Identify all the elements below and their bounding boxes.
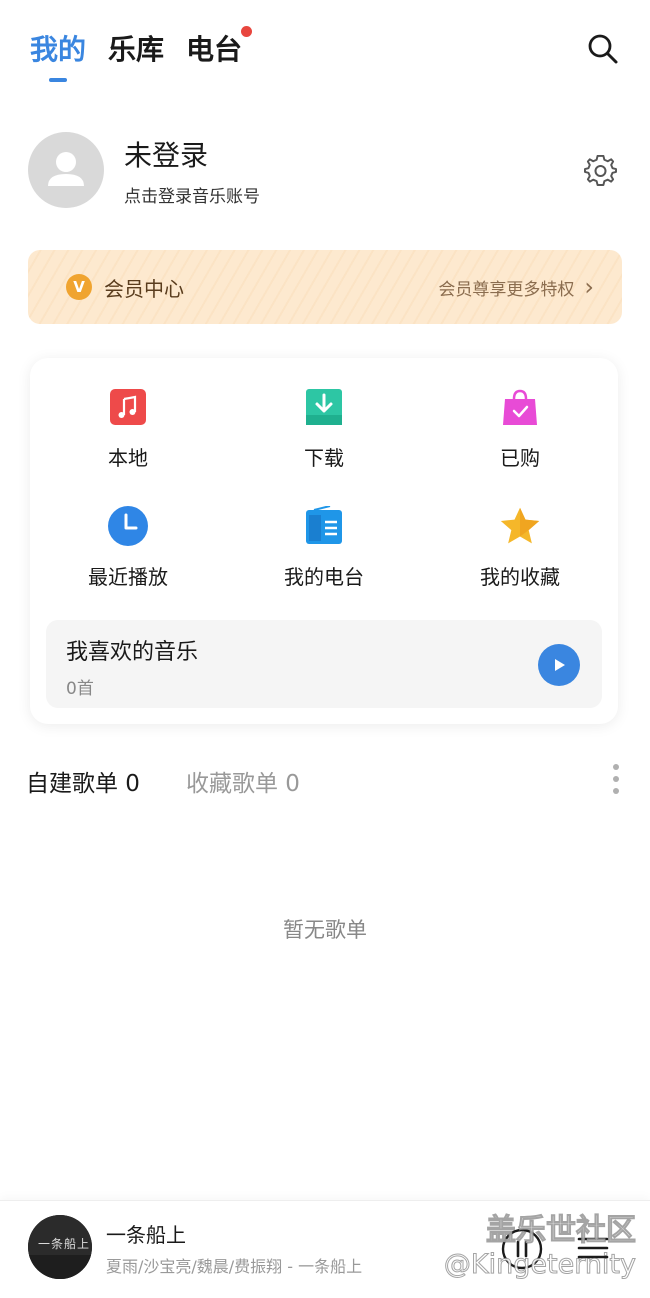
menu-icon: [577, 1237, 609, 1259]
more-dot: [613, 788, 619, 794]
notification-dot: [241, 26, 253, 37]
liked-music-count: 0首: [66, 679, 94, 699]
quick-action-label: 我的电台: [284, 565, 364, 589]
search-icon: [588, 34, 618, 64]
member-promo[interactable]: 会员尊享更多特权 ›: [438, 273, 594, 301]
tab-library[interactable]: 乐库: [108, 28, 164, 72]
login-hint[interactable]: 点击登录音乐账号: [124, 182, 260, 207]
settings-button[interactable]: [584, 154, 618, 188]
profile-section[interactable]: 未登录 点击登录音乐账号: [28, 132, 622, 210]
tab-mine[interactable]: 我的: [30, 28, 87, 82]
user-icon: [48, 152, 84, 186]
quick-action-my-radio[interactable]: 我的电台: [226, 505, 422, 590]
play-icon: [555, 659, 565, 671]
liked-music-card[interactable]: 我喜欢的音乐 0首: [46, 620, 602, 708]
clock-icon: [107, 505, 149, 547]
search-button[interactable]: [586, 32, 620, 66]
liked-music-title: 我喜欢的音乐: [66, 640, 199, 665]
album-cover[interactable]: 一条船上: [28, 1215, 92, 1279]
login-status[interactable]: 未登录: [124, 134, 208, 174]
quick-action-download[interactable]: 下载: [226, 386, 422, 471]
quick-actions-card: 本地 下载 已购 最近播放 我的电台 我的收藏 我喜欢的音乐 0首: [30, 358, 618, 724]
now-playing-title: 一条船上: [106, 1223, 186, 1247]
quick-action-label: 本地: [108, 446, 148, 470]
quick-action-recent[interactable]: 最近播放: [30, 505, 226, 590]
top-tab-bar: 我的 乐库 电台: [30, 26, 253, 82]
member-center-title: 会员中心: [104, 276, 184, 301]
tab-library-label: 乐库: [108, 33, 165, 66]
avatar[interactable]: [28, 132, 104, 208]
more-dot: [613, 776, 619, 782]
pause-button[interactable]: [500, 1227, 544, 1271]
tab-radio[interactable]: 电台: [186, 26, 253, 72]
quick-action-label: 已购: [500, 446, 540, 470]
member-center-banner[interactable]: V 会员中心 会员尊享更多特权 ›: [28, 250, 622, 324]
tab-created-playlists[interactable]: 自建歌单 0: [26, 764, 140, 798]
quick-actions-grid: 本地 下载 已购 最近播放 我的电台 我的收藏: [30, 386, 618, 590]
quick-action-label: 下载: [304, 446, 344, 470]
more-dot: [613, 764, 619, 770]
star-icon: [499, 505, 541, 547]
more-options-button[interactable]: [612, 764, 620, 794]
gear-icon: [584, 154, 617, 186]
now-playing-artist: 夏雨/沙宝亮/魏晨/费振翔 - 一条船上: [106, 1257, 363, 1276]
tab-radio-label: 电台: [186, 33, 243, 66]
music-note-icon: [107, 386, 149, 428]
playlist-queue-button[interactable]: [576, 1231, 610, 1265]
download-icon: [303, 386, 345, 428]
quick-action-local[interactable]: 本地: [30, 386, 226, 471]
quick-action-label: 最近播放: [88, 565, 168, 589]
quick-action-favorites[interactable]: 我的收藏: [422, 505, 618, 590]
tab-collected-playlists[interactable]: 收藏歌单 0: [186, 764, 300, 798]
pause-icon: [501, 1228, 543, 1270]
liked-music-play-button[interactable]: [538, 644, 580, 686]
album-cover-text: 一条船上: [38, 1237, 91, 1251]
vip-badge-icon: V: [66, 274, 92, 300]
empty-playlist-message: 暂无歌单: [283, 918, 367, 942]
active-tab-indicator: [49, 78, 67, 82]
playlist-tabs: 自建歌单 0 收藏歌单 0: [26, 764, 620, 797]
radio-icon: [303, 505, 345, 547]
chevron-right-icon: ›: [584, 273, 594, 301]
shopping-bag-icon: [499, 386, 541, 428]
member-promo-text: 会员尊享更多特权: [438, 279, 575, 300]
tab-mine-label: 我的: [30, 33, 87, 66]
quick-action-label: 我的收藏: [480, 565, 560, 589]
quick-action-purchased[interactable]: 已购: [422, 386, 618, 471]
mini-player[interactable]: 一条船上 一条船上 夏雨/沙宝亮/魏晨/费振翔 - 一条船上 盖乐世社区 @Ki…: [0, 1200, 650, 1298]
